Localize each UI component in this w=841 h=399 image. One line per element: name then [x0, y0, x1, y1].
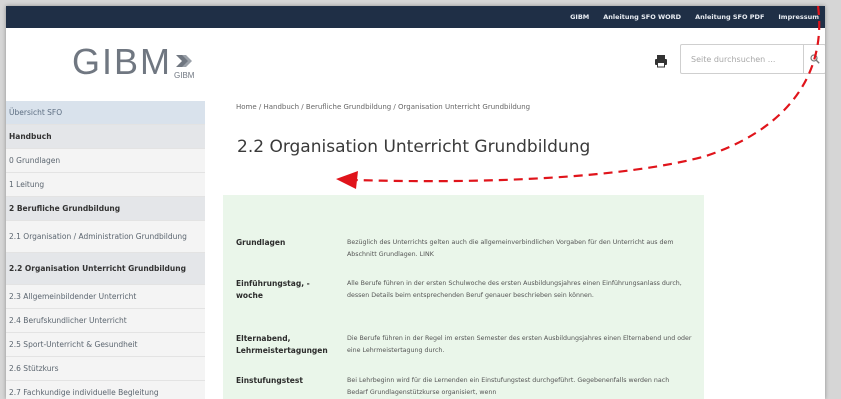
browser-frame: GIBM Anleitung SFO WORD Anleitung SFO PD…: [6, 6, 825, 399]
gibm-logo[interactable]: GIBM GIBM: [72, 41, 194, 82]
sidebar-item-berufliche-grundbildung[interactable]: 2 Berufliche Grundbildung: [6, 197, 205, 221]
printer-icon[interactable]: [654, 53, 668, 68]
row-text: Die Berufe führen in der Regel im ersten…: [347, 335, 692, 354]
info-table: Grundlagen Bezüglich des Unterrichts gel…: [223, 195, 704, 399]
logo-arrow-icon: [176, 55, 193, 67]
topnav-link-anleitung-pdf[interactable]: Anleitung SFO PDF: [695, 13, 764, 21]
row-label: Grundlagen: [236, 238, 286, 247]
topnav-link-anleitung-word[interactable]: Anleitung SFO WORD: [603, 13, 681, 21]
search-box: [680, 44, 825, 74]
row-label: Einführungstag, -woche: [236, 279, 310, 300]
sidebar: Übersicht SFO Handbuch 0 Grundlagen 1 Le…: [6, 101, 205, 399]
sidebar-item-stuetzkurs[interactable]: 2.6 Stützkurs: [6, 357, 205, 381]
sidebar-item-fachkundige-begleitung[interactable]: 2.7 Fachkundige individuelle Begleitung: [6, 381, 205, 399]
sidebar-item-leitung[interactable]: 1 Leitung: [6, 173, 205, 197]
topnav-link-impressum[interactable]: Impressum: [778, 13, 819, 21]
sidebar-item-uebersicht[interactable]: Übersicht SFO: [6, 101, 205, 125]
row-text: Bezüglich des Unterrichts gelten auch di…: [347, 239, 674, 258]
topnav-link-gibm[interactable]: GIBM: [570, 13, 589, 21]
sidebar-item-allgemeinbildender-unterricht[interactable]: 2.3 Allgemeinbildender Unterricht: [6, 285, 205, 309]
row-label: Einstufungstest: [236, 376, 303, 385]
logo-mark: GIBM: [174, 51, 194, 80]
logo-subtext: GIBM: [174, 71, 195, 80]
sidebar-item-grundlagen[interactable]: 0 Grundlagen: [6, 149, 205, 173]
breadcrumb[interactable]: Home / Handbuch / Berufliche Grundbildun…: [236, 103, 530, 111]
main-content: Home / Handbuch / Berufliche Grundbildun…: [205, 101, 825, 399]
sidebar-item-berufskundlicher-unterricht[interactable]: 2.4 Berufskundlicher Unterricht: [6, 309, 205, 333]
search-button[interactable]: [803, 45, 825, 73]
header: GIBM GIBM: [6, 28, 825, 94]
page-title: 2.2 Organisation Unterricht Grundbildung: [237, 137, 591, 157]
sidebar-item-sport-unterricht[interactable]: 2.5 Sport-Unterricht & Gesundheit: [6, 333, 205, 357]
top-nav-bar: GIBM Anleitung SFO WORD Anleitung SFO PD…: [6, 6, 825, 28]
sidebar-item-handbuch[interactable]: Handbuch: [6, 125, 205, 149]
sidebar-item-organisation-administration[interactable]: 2.1 Organisation / Administration Grundb…: [6, 221, 205, 253]
logo-text: GIBM: [72, 41, 173, 82]
row-label: Elternabend, Lehrmeistertagungen: [236, 334, 328, 355]
search-input[interactable]: [681, 54, 803, 64]
sidebar-item-organisation-unterricht[interactable]: 2.2 Organisation Unterricht Grundbildung: [6, 253, 205, 285]
row-text: Bei Lehrbeginn wird für die Lernenden ei…: [347, 377, 670, 396]
search-icon: [809, 54, 820, 64]
row-text: Alle Berufe führen in der ersten Schulwo…: [347, 280, 682, 299]
